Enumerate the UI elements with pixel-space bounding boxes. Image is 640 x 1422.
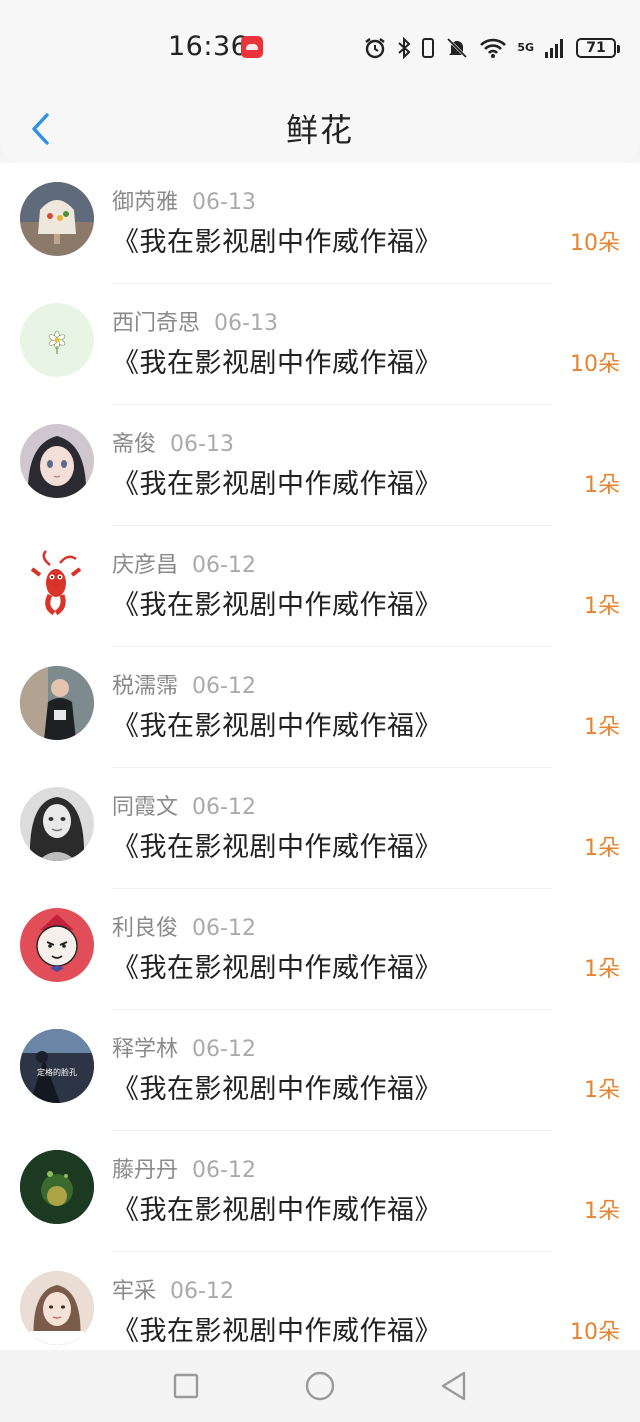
mute-icon [445, 36, 469, 60]
flower-count: 1朵 [584, 1078, 620, 1103]
book-title: 《我在影视剧中作威作福》 [112, 832, 442, 863]
book-title: 《我在影视剧中作威作福》 [112, 348, 442, 379]
flower-record-item[interactable]: 西门奇思 06-13 《我在影视剧中作威作福》 10朵 [0, 284, 640, 405]
user-name: 藤丹丹 [112, 1158, 179, 1183]
signal-icon [544, 37, 566, 59]
book-title: 《我在影视剧中作威作福》 [112, 1316, 442, 1347]
back-triangle-icon [441, 1371, 466, 1401]
book-title: 《我在影视剧中作威作福》 [112, 227, 442, 258]
flower-count: 1朵 [584, 594, 620, 619]
record-meta: 税濡霈 06-12 [112, 668, 256, 700]
user-name: 庆彦昌 [112, 553, 179, 578]
record-date: 06-12 [192, 674, 256, 699]
record-date: 06-12 [192, 553, 256, 578]
home-button[interactable] [302, 1368, 338, 1404]
record-date: 06-13 [192, 190, 256, 215]
flower-count: 10朵 [570, 352, 620, 377]
avatar[interactable] [20, 1271, 94, 1345]
header-bar: 鲜花 [0, 95, 640, 163]
record-meta: 西门奇思 06-13 [112, 305, 278, 337]
avatar[interactable] [20, 666, 94, 740]
record-meta: 御芮雅 06-13 [112, 184, 256, 216]
record-meta: 庆彦昌 06-12 [112, 547, 256, 579]
flower-record-item[interactable]: 御芮雅 06-13 《我在影视剧中作威作福》 10朵 [0, 163, 640, 284]
recent-apps-icon [173, 1373, 199, 1399]
huawei-logo-icon [241, 36, 263, 58]
record-meta: 释学林 06-12 [112, 1031, 256, 1063]
flower-count: 10朵 [570, 231, 620, 256]
record-meta: 利良俊 06-12 [112, 910, 256, 942]
flower-count: 1朵 [584, 1199, 620, 1224]
flower-record-list: 御芮雅 06-13 《我在影视剧中作威作福》 10朵 西门奇思 06-13 《我在影视剧中作… [0, 163, 640, 1350]
status-bar: 16:36 5G 71 [0, 0, 640, 95]
record-date: 06-12 [192, 1037, 256, 1062]
avatar[interactable] [20, 182, 94, 256]
flower-record-item[interactable]: 同霞文 06-12 《我在影视剧中作威作福》 1朵 [0, 768, 640, 889]
record-date: 06-13 [170, 432, 234, 457]
book-title: 《我在影视剧中作威作福》 [112, 711, 442, 742]
flower-count: 1朵 [584, 715, 620, 740]
user-name: 牢采 [112, 1279, 157, 1304]
flower-count: 1朵 [584, 957, 620, 982]
avatar[interactable] [20, 908, 94, 982]
user-name: 释学林 [112, 1037, 179, 1062]
system-icons: 5G 71 [363, 34, 620, 62]
vibrate-icon [421, 36, 435, 60]
user-name: 御芮雅 [112, 190, 179, 215]
flower-count: 1朵 [584, 836, 620, 861]
flower-count: 10朵 [570, 1320, 620, 1345]
user-name: 斋俊 [112, 432, 157, 457]
book-title: 《我在影视剧中作威作福》 [112, 1074, 442, 1105]
user-name: 税濡霈 [112, 674, 179, 699]
book-title: 《我在影视剧中作威作福》 [112, 953, 442, 984]
record-meta: 藤丹丹 06-12 [112, 1152, 256, 1184]
system-nav-bar [0, 1350, 640, 1422]
avatar[interactable] [20, 545, 94, 619]
page-title: 鲜花 [285, 111, 354, 149]
avatar[interactable] [20, 303, 94, 377]
user-name: 同霞文 [112, 795, 179, 820]
book-title: 《我在影视剧中作威作福》 [112, 590, 442, 621]
wifi-icon [479, 37, 507, 59]
book-title: 《我在影视剧中作威作福》 [112, 469, 442, 500]
record-date: 06-13 [214, 311, 278, 336]
record-meta: 斋俊 06-13 [112, 426, 234, 458]
flower-count: 1朵 [584, 473, 620, 498]
back-nav-button[interactable] [436, 1368, 472, 1404]
avatar[interactable]: 定格的脸孔 [20, 1029, 94, 1103]
user-name: 利良俊 [112, 916, 179, 941]
record-date: 06-12 [192, 916, 256, 941]
battery-icon: 71 [576, 38, 620, 58]
flower-record-item[interactable]: 斋俊 06-13 《我在影视剧中作威作福》 1朵 [0, 405, 640, 526]
record-meta: 同霞文 06-12 [112, 789, 256, 821]
flower-record-item[interactable]: 庆彦昌 06-12 《我在影视剧中作威作福》 1朵 [0, 526, 640, 647]
record-date: 06-12 [192, 795, 256, 820]
record-date: 06-12 [170, 1279, 234, 1304]
avatar[interactable] [20, 424, 94, 498]
avatar[interactable] [20, 787, 94, 861]
home-icon [305, 1371, 335, 1401]
alarm-icon [363, 36, 387, 60]
bluetooth-icon [397, 36, 411, 60]
book-title: 《我在影视剧中作威作福》 [112, 1195, 442, 1226]
flower-record-item[interactable]: 税濡霈 06-12 《我在影视剧中作威作福》 1朵 [0, 647, 640, 768]
svg-text:定格的脸孔: 定格的脸孔 [37, 1067, 77, 1077]
recent-apps-button[interactable] [168, 1368, 204, 1404]
status-time: 16:36 [168, 31, 249, 62]
network-type: 5G [517, 41, 534, 54]
record-date: 06-12 [192, 1158, 256, 1183]
flower-record-item[interactable]: 藤丹丹 06-12 《我在影视剧中作威作福》 1朵 [0, 1131, 640, 1252]
flower-record-item[interactable]: 牢采 06-12 《我在影视剧中作威作福》 10朵 [0, 1252, 640, 1350]
record-meta: 牢采 06-12 [112, 1273, 234, 1305]
flower-record-item[interactable]: 利良俊 06-12 《我在影视剧中作威作福》 1朵 [0, 889, 640, 1010]
user-name: 西门奇思 [112, 311, 201, 336]
avatar[interactable] [20, 1150, 94, 1224]
flower-record-item[interactable]: 定格的脸孔 释学林 06-12 《我在影视剧中作威作福》 1朵 [0, 1010, 640, 1131]
